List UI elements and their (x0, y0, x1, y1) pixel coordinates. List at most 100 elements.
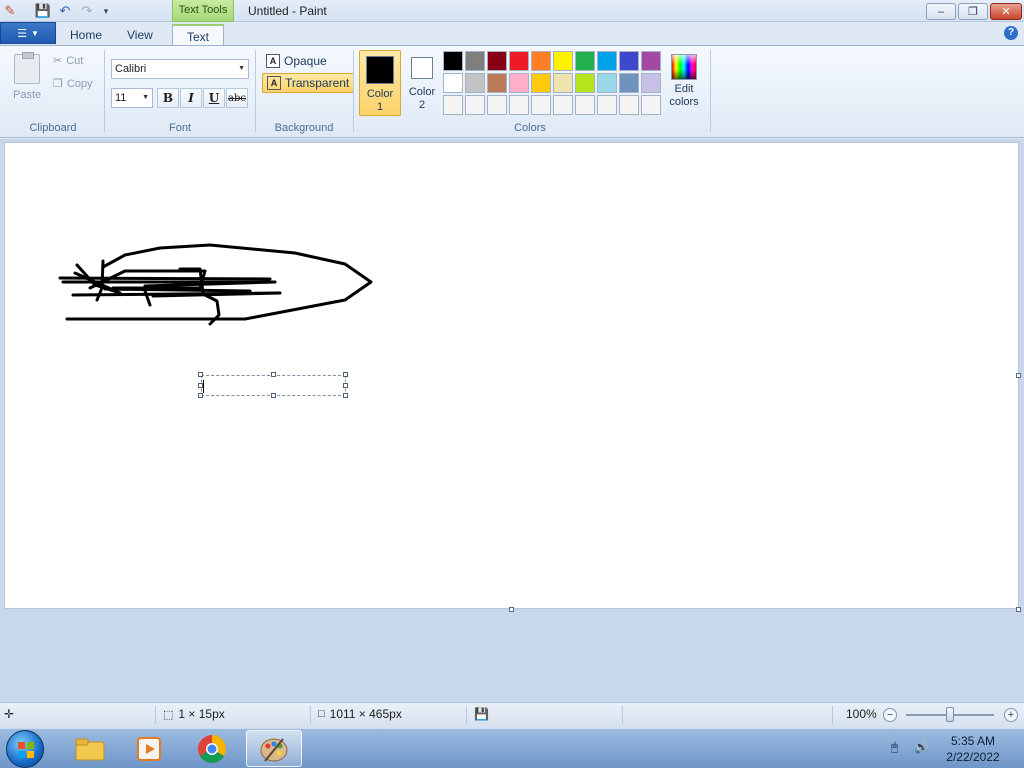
transparent-button[interactable]: A Transparent (262, 73, 355, 93)
color-spectrum-icon (671, 54, 697, 80)
canvas-resize-handle-bottom[interactable] (509, 607, 514, 612)
canvas-resize-handle-right[interactable] (1016, 373, 1021, 378)
volume-icon[interactable]: 🔊 (914, 740, 929, 754)
palette-swatch[interactable] (509, 73, 529, 93)
zoom-in-button[interactable]: + (1004, 708, 1018, 722)
zoom-out-button[interactable]: − (883, 708, 897, 722)
palette-swatch[interactable] (487, 73, 507, 93)
palette-swatch[interactable] (619, 51, 639, 71)
strikethrough-button[interactable]: abc (226, 88, 248, 108)
text-box-handle[interactable] (198, 393, 203, 398)
canvas-size-value: 1011 × 465px (329, 707, 402, 721)
help-icon[interactable]: ? (1004, 26, 1018, 40)
palette-swatch[interactable] (531, 95, 551, 115)
taskbar-chrome[interactable] (184, 730, 240, 767)
opaque-icon: A (266, 54, 280, 68)
palette-swatch[interactable] (509, 51, 529, 71)
palette-swatch[interactable] (619, 73, 639, 93)
text-tools-context-label: Text Tools (172, 0, 234, 22)
palette-swatch[interactable] (553, 51, 573, 71)
maximize-button[interactable]: ❐ (958, 3, 988, 20)
paste-button[interactable]: Paste (13, 89, 41, 101)
text-box-handle[interactable] (343, 372, 348, 377)
palette-swatch[interactable] (575, 95, 595, 115)
system-clock[interactable]: 5:35 AM 2/22/2022 (930, 733, 1016, 765)
copy-button[interactable]: ❐ Copy (53, 77, 93, 91)
palette-swatch[interactable] (553, 95, 573, 115)
start-button[interactable] (6, 730, 44, 768)
palette-swatch[interactable] (487, 95, 507, 115)
group-divider (255, 50, 256, 132)
transparent-label: Transparent (285, 76, 350, 90)
clipboard-icon[interactable] (14, 52, 40, 84)
opaque-button[interactable]: A Opaque (262, 51, 331, 71)
text-box-handle[interactable] (343, 393, 348, 398)
tab-text[interactable]: Text (172, 24, 225, 46)
clipboard-group-label: Clipboard (29, 122, 77, 134)
minimize-button[interactable]: – (926, 3, 956, 20)
palette-swatch[interactable] (641, 95, 661, 115)
opaque-label: Opaque (284, 54, 327, 68)
scissors-icon: ✂ (53, 55, 63, 67)
palette-swatch[interactable] (641, 73, 661, 93)
palette-swatch[interactable] (443, 95, 463, 115)
palette-swatch[interactable] (443, 73, 463, 93)
palette-swatch[interactable] (531, 73, 551, 93)
tab-home[interactable]: Home (56, 24, 116, 46)
paint-menu-button[interactable]: ☰ ▼ (0, 22, 56, 44)
status-divider (466, 706, 467, 724)
color-2-button[interactable]: Color 2 (401, 50, 443, 116)
edit-colors-label-line1: Edit (674, 83, 694, 95)
text-box-handle[interactable] (198, 372, 203, 377)
palette-swatch[interactable] (465, 73, 485, 93)
bold-button[interactable]: B (157, 88, 179, 108)
palette-swatch[interactable] (465, 51, 485, 71)
palette-swatch[interactable] (597, 73, 617, 93)
palette-swatch[interactable] (465, 95, 485, 115)
zoom-level: 100% (846, 707, 877, 721)
palette-swatch[interactable] (509, 95, 529, 115)
customize-qat-icon[interactable]: ▾ (98, 3, 114, 19)
color-2-swatch (411, 57, 433, 79)
underline-button[interactable]: U (203, 88, 225, 108)
text-box-handle[interactable] (343, 383, 348, 388)
text-box-handle[interactable] (271, 393, 276, 398)
taskbar-explorer[interactable] (62, 730, 118, 767)
network-icon[interactable]: 🖱 (891, 740, 898, 755)
zoom-slider-thumb[interactable] (946, 707, 954, 722)
cut-button[interactable]: ✂ Cut (53, 54, 83, 68)
palette-swatch[interactable] (443, 51, 463, 71)
palette-swatch[interactable] (641, 51, 661, 71)
palette-swatch[interactable] (597, 95, 617, 115)
palette-swatch[interactable] (575, 73, 595, 93)
font-size-select[interactable]: 11 ▼ (111, 88, 153, 108)
text-box-handle[interactable] (271, 372, 276, 377)
palette-swatch[interactable] (531, 51, 551, 71)
palette-swatch[interactable] (619, 95, 639, 115)
taskbar-paint[interactable] (246, 730, 302, 767)
edit-colors-button[interactable]: Edit colors (666, 52, 702, 109)
italic-button[interactable]: I (180, 88, 202, 108)
save-icon[interactable]: 💾 (35, 3, 51, 19)
palette-swatch[interactable] (553, 73, 573, 93)
font-family-select[interactable]: Calibri ▼ (111, 59, 249, 79)
undo-icon[interactable]: ↶ (57, 3, 73, 19)
paint-app-icon[interactable]: ✎ (2, 3, 18, 19)
palette-swatch[interactable] (487, 51, 507, 71)
drawing-canvas[interactable] (5, 143, 1018, 608)
palette-swatch[interactable] (597, 51, 617, 71)
close-button[interactable]: ✕ (990, 3, 1022, 20)
canvas-resize-handle-corner[interactable] (1016, 607, 1021, 612)
clock-date: 2/22/2022 (946, 750, 1000, 764)
edit-colors-label-line2: colors (669, 96, 699, 108)
palette-swatch[interactable] (575, 51, 595, 71)
taskbar-media-player[interactable] (122, 730, 178, 767)
tab-view[interactable]: View (113, 24, 167, 46)
color-1-button[interactable]: Color 1 (359, 50, 401, 116)
clock-time: 5:35 AM (950, 734, 996, 748)
canvas-size-readout: □ 1011 × 465px (318, 707, 402, 721)
folder-icon (75, 738, 105, 760)
color-palette (443, 51, 661, 115)
group-divider (104, 50, 105, 132)
redo-icon[interactable]: ↷ (79, 3, 95, 19)
